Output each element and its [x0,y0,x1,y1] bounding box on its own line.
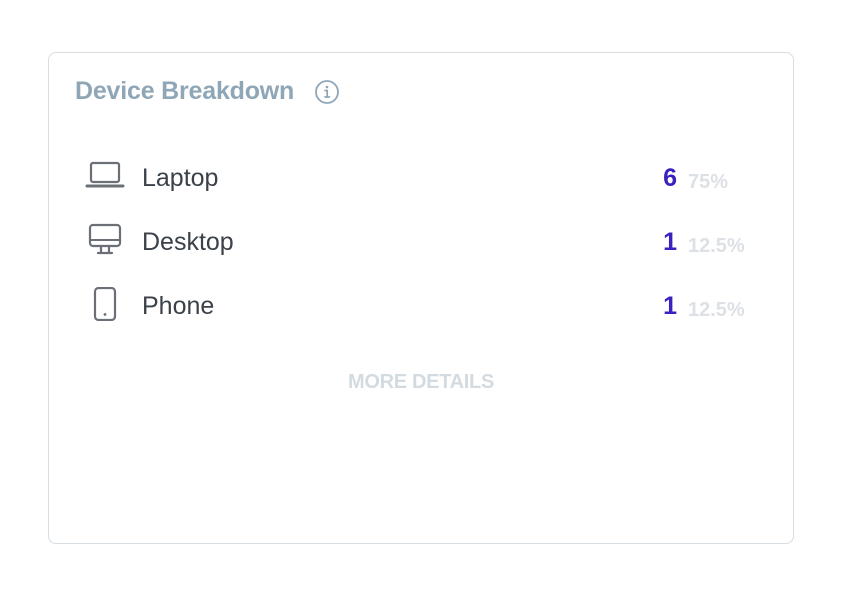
device-row-phone: Phone 1 12.5% [85,279,755,343]
more-details-link[interactable]: MORE DETAILS [49,371,793,394]
device-label: Laptop [142,164,219,192]
device-percent: 12.5% [688,299,745,321]
desktop-icon [85,223,125,257]
device-label: Phone [142,292,215,320]
card-header: Device Breakdown [75,77,340,106]
device-label: Desktop [142,228,234,256]
device-count: 1 [663,228,677,256]
device-row-laptop: Laptop 6 75% [85,151,755,215]
info-icon[interactable] [314,79,340,105]
device-percent: 75% [688,171,729,193]
device-count: 1 [663,292,677,320]
device-row-desktop: Desktop 1 12.5% [85,215,755,279]
laptop-icon [85,159,125,193]
device-list: Laptop 6 75% Desktop 1 12.5% Phone 1 12.… [85,151,755,343]
card-title: Device Breakdown [75,77,295,105]
device-percent: 12.5% [688,235,745,257]
device-breakdown-card: Device Breakdown Laptop 6 75% Desktop 1 … [48,52,794,544]
device-count: 6 [663,164,677,192]
phone-icon [85,287,125,321]
